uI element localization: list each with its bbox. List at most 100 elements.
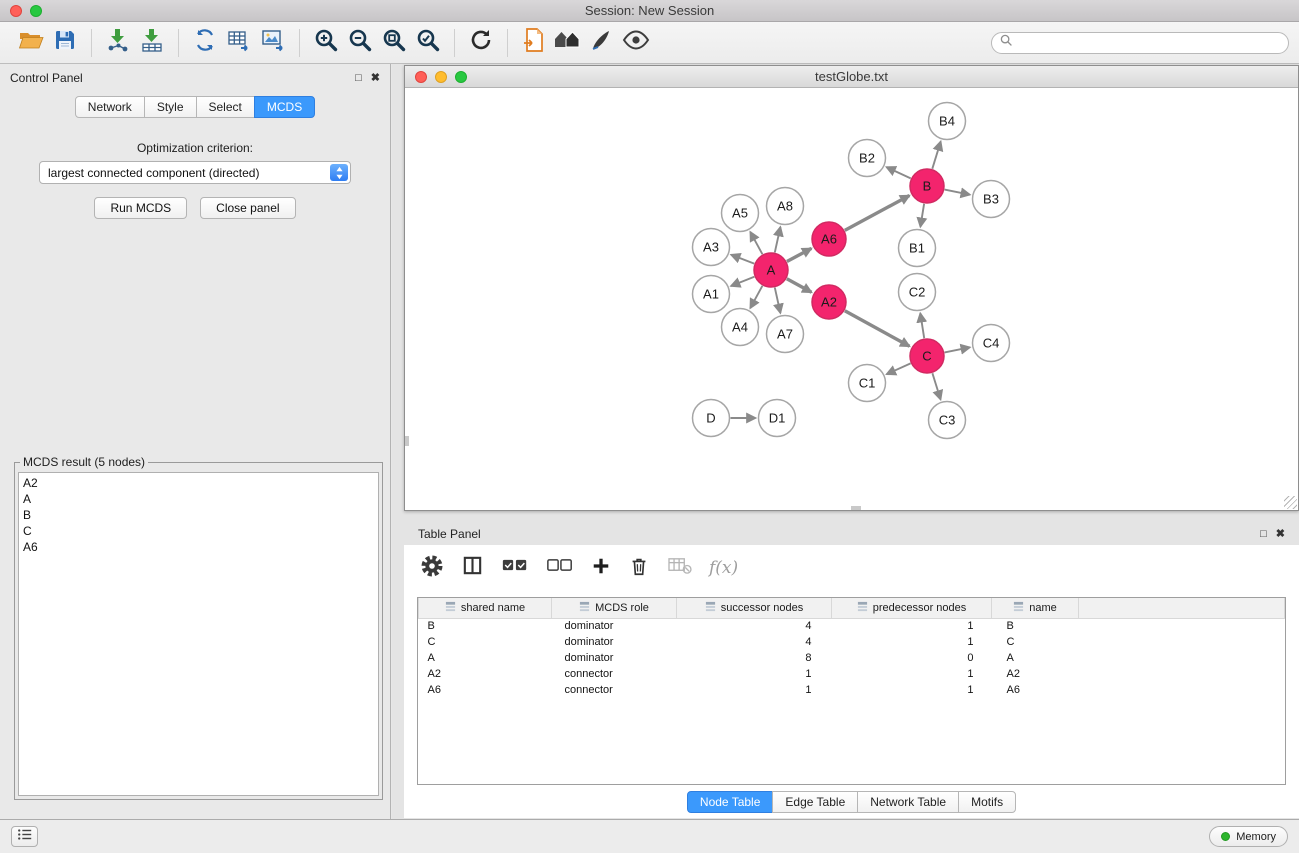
- graph-edge-B-B4[interactable]: [932, 142, 940, 169]
- export-table-button[interactable]: [222, 26, 256, 60]
- import-table-button[interactable]: [135, 26, 169, 60]
- cell-shared-name[interactable]: A2: [419, 666, 552, 682]
- table-settings-button[interactable]: [420, 554, 444, 583]
- cell-name[interactable]: A2: [992, 666, 1079, 682]
- delete-table-button[interactable]: [667, 555, 692, 581]
- run-mcds-button[interactable]: Run MCDS: [94, 197, 187, 219]
- graph-node-B4[interactable]: B4: [929, 103, 966, 140]
- graph-node-A6[interactable]: A6: [812, 222, 846, 256]
- graph-edge-C-C2[interactable]: [920, 313, 924, 338]
- cell-successor-nodes[interactable]: 4: [677, 618, 832, 634]
- column-header-predecessor-nodes[interactable]: predecessor nodes: [832, 598, 992, 618]
- graph-edge-A-A8[interactable]: [775, 227, 781, 252]
- cell-predecessor-nodes[interactable]: 1: [832, 666, 992, 682]
- graph-node-A4[interactable]: A4: [722, 309, 759, 346]
- graph-edge-A-A1[interactable]: [731, 277, 754, 286]
- graph-edge-A-A6[interactable]: [787, 248, 812, 261]
- optimization-criterion-dropdown[interactable]: largest connected component (directed): [39, 161, 351, 184]
- cell-successor-nodes[interactable]: 4: [677, 634, 832, 650]
- table-row[interactable]: Cdominator41C: [419, 634, 1285, 650]
- cell-name[interactable]: A6: [992, 682, 1079, 698]
- zoom-out-button[interactable]: [343, 26, 377, 60]
- graph-node-A1[interactable]: A1: [693, 276, 730, 313]
- cell-shared-name[interactable]: B: [419, 618, 552, 634]
- cell-predecessor-nodes[interactable]: 1: [832, 618, 992, 634]
- graph-node-A5[interactable]: A5: [722, 195, 759, 232]
- zoom-fit-button[interactable]: [377, 26, 411, 60]
- search-input[interactable]: [1018, 36, 1280, 50]
- table-row[interactable]: A2connector11A2: [419, 666, 1285, 682]
- tab-edge-table[interactable]: Edge Table: [772, 791, 858, 813]
- graph-edge-C-C1[interactable]: [887, 363, 911, 374]
- tab-network-table[interactable]: Network Table: [857, 791, 959, 813]
- graph-node-C1[interactable]: C1: [849, 365, 886, 402]
- cell-successor-nodes[interactable]: 1: [677, 682, 832, 698]
- graph-edge-A-A5[interactable]: [750, 232, 762, 254]
- tab-motifs[interactable]: Motifs: [958, 791, 1016, 813]
- result-item[interactable]: B: [23, 507, 378, 523]
- graph-node-A[interactable]: A: [754, 253, 788, 287]
- cell-MCDS-role[interactable]: connector: [552, 682, 677, 698]
- select-all-button[interactable]: [501, 556, 529, 580]
- graph-node-B2[interactable]: B2: [849, 140, 886, 177]
- report-button[interactable]: [517, 26, 551, 60]
- column-header-successor-nodes[interactable]: successor nodes: [677, 598, 832, 618]
- graph-node-A2[interactable]: A2: [812, 285, 846, 319]
- cell-predecessor-nodes[interactable]: 0: [832, 650, 992, 666]
- graph-node-A3[interactable]: A3: [693, 229, 730, 266]
- graph-node-C[interactable]: C: [910, 339, 944, 373]
- memory-button[interactable]: Memory: [1209, 826, 1288, 847]
- network-minimize-traffic-light[interactable]: [435, 71, 447, 83]
- graph-edge-A-A4[interactable]: [750, 286, 762, 308]
- refresh-button[interactable]: [464, 26, 498, 60]
- zoom-traffic-light[interactable]: [30, 5, 42, 17]
- cell-predecessor-nodes[interactable]: 1: [832, 682, 992, 698]
- task-history-button[interactable]: [11, 826, 38, 847]
- network-close-traffic-light[interactable]: [415, 71, 427, 83]
- graph-node-B3[interactable]: B3: [973, 181, 1010, 218]
- float-panel-icon[interactable]: □: [355, 73, 362, 84]
- export-image-button[interactable]: [256, 26, 290, 60]
- result-item[interactable]: C: [23, 523, 378, 539]
- home-button[interactable]: [551, 26, 585, 60]
- cell-shared-name[interactable]: C: [419, 634, 552, 650]
- save-session-button[interactable]: [48, 26, 82, 60]
- cell-MCDS-role[interactable]: dominator: [552, 618, 677, 634]
- add-column-button[interactable]: [591, 556, 611, 581]
- zoom-selected-button[interactable]: [411, 26, 445, 60]
- graph-edge-C-C4[interactable]: [945, 347, 970, 352]
- cell-MCDS-role[interactable]: dominator: [552, 634, 677, 650]
- cell-name[interactable]: A: [992, 650, 1079, 666]
- graph-node-C4[interactable]: C4: [973, 325, 1010, 362]
- delete-column-button[interactable]: [628, 555, 650, 582]
- close-panel-icon[interactable]: ✖: [371, 73, 380, 84]
- column-header-name[interactable]: name: [992, 598, 1079, 618]
- tab-mcds[interactable]: MCDS: [254, 96, 315, 118]
- resize-grip[interactable]: [1284, 496, 1297, 509]
- open-session-button[interactable]: [14, 26, 48, 60]
- function-builder-button[interactable]: f(x): [709, 558, 738, 578]
- graph-edge-B-B3[interactable]: [945, 190, 970, 195]
- graph-node-B[interactable]: B: [910, 169, 944, 203]
- network-window-titlebar[interactable]: testGlobe.txt: [405, 66, 1298, 88]
- export-network-button[interactable]: [188, 26, 222, 60]
- cell-shared-name[interactable]: A6: [419, 682, 552, 698]
- table-row[interactable]: Adominator80A: [419, 650, 1285, 666]
- graph-node-D1[interactable]: D1: [759, 400, 796, 437]
- zoom-in-button[interactable]: [309, 26, 343, 60]
- result-item[interactable]: A: [23, 491, 378, 507]
- result-item[interactable]: A2: [23, 475, 378, 491]
- network-zoom-traffic-light[interactable]: [455, 71, 467, 83]
- result-item[interactable]: A6: [23, 539, 378, 555]
- graph-node-C3[interactable]: C3: [929, 402, 966, 439]
- cell-successor-nodes[interactable]: 8: [677, 650, 832, 666]
- close-table-panel-icon[interactable]: ✖: [1276, 529, 1285, 540]
- graph-node-A7[interactable]: A7: [767, 316, 804, 353]
- tab-node-table[interactable]: Node Table: [687, 791, 774, 813]
- column-header-shared-name[interactable]: shared name: [419, 598, 552, 618]
- table-row[interactable]: A6connector11A6: [419, 682, 1285, 698]
- graph-edge-B-B2[interactable]: [887, 167, 911, 178]
- graph-node-B1[interactable]: B1: [899, 230, 936, 267]
- graph-edge-A6-B[interactable]: [845, 196, 910, 231]
- graph-edge-A-A2[interactable]: [787, 279, 812, 293]
